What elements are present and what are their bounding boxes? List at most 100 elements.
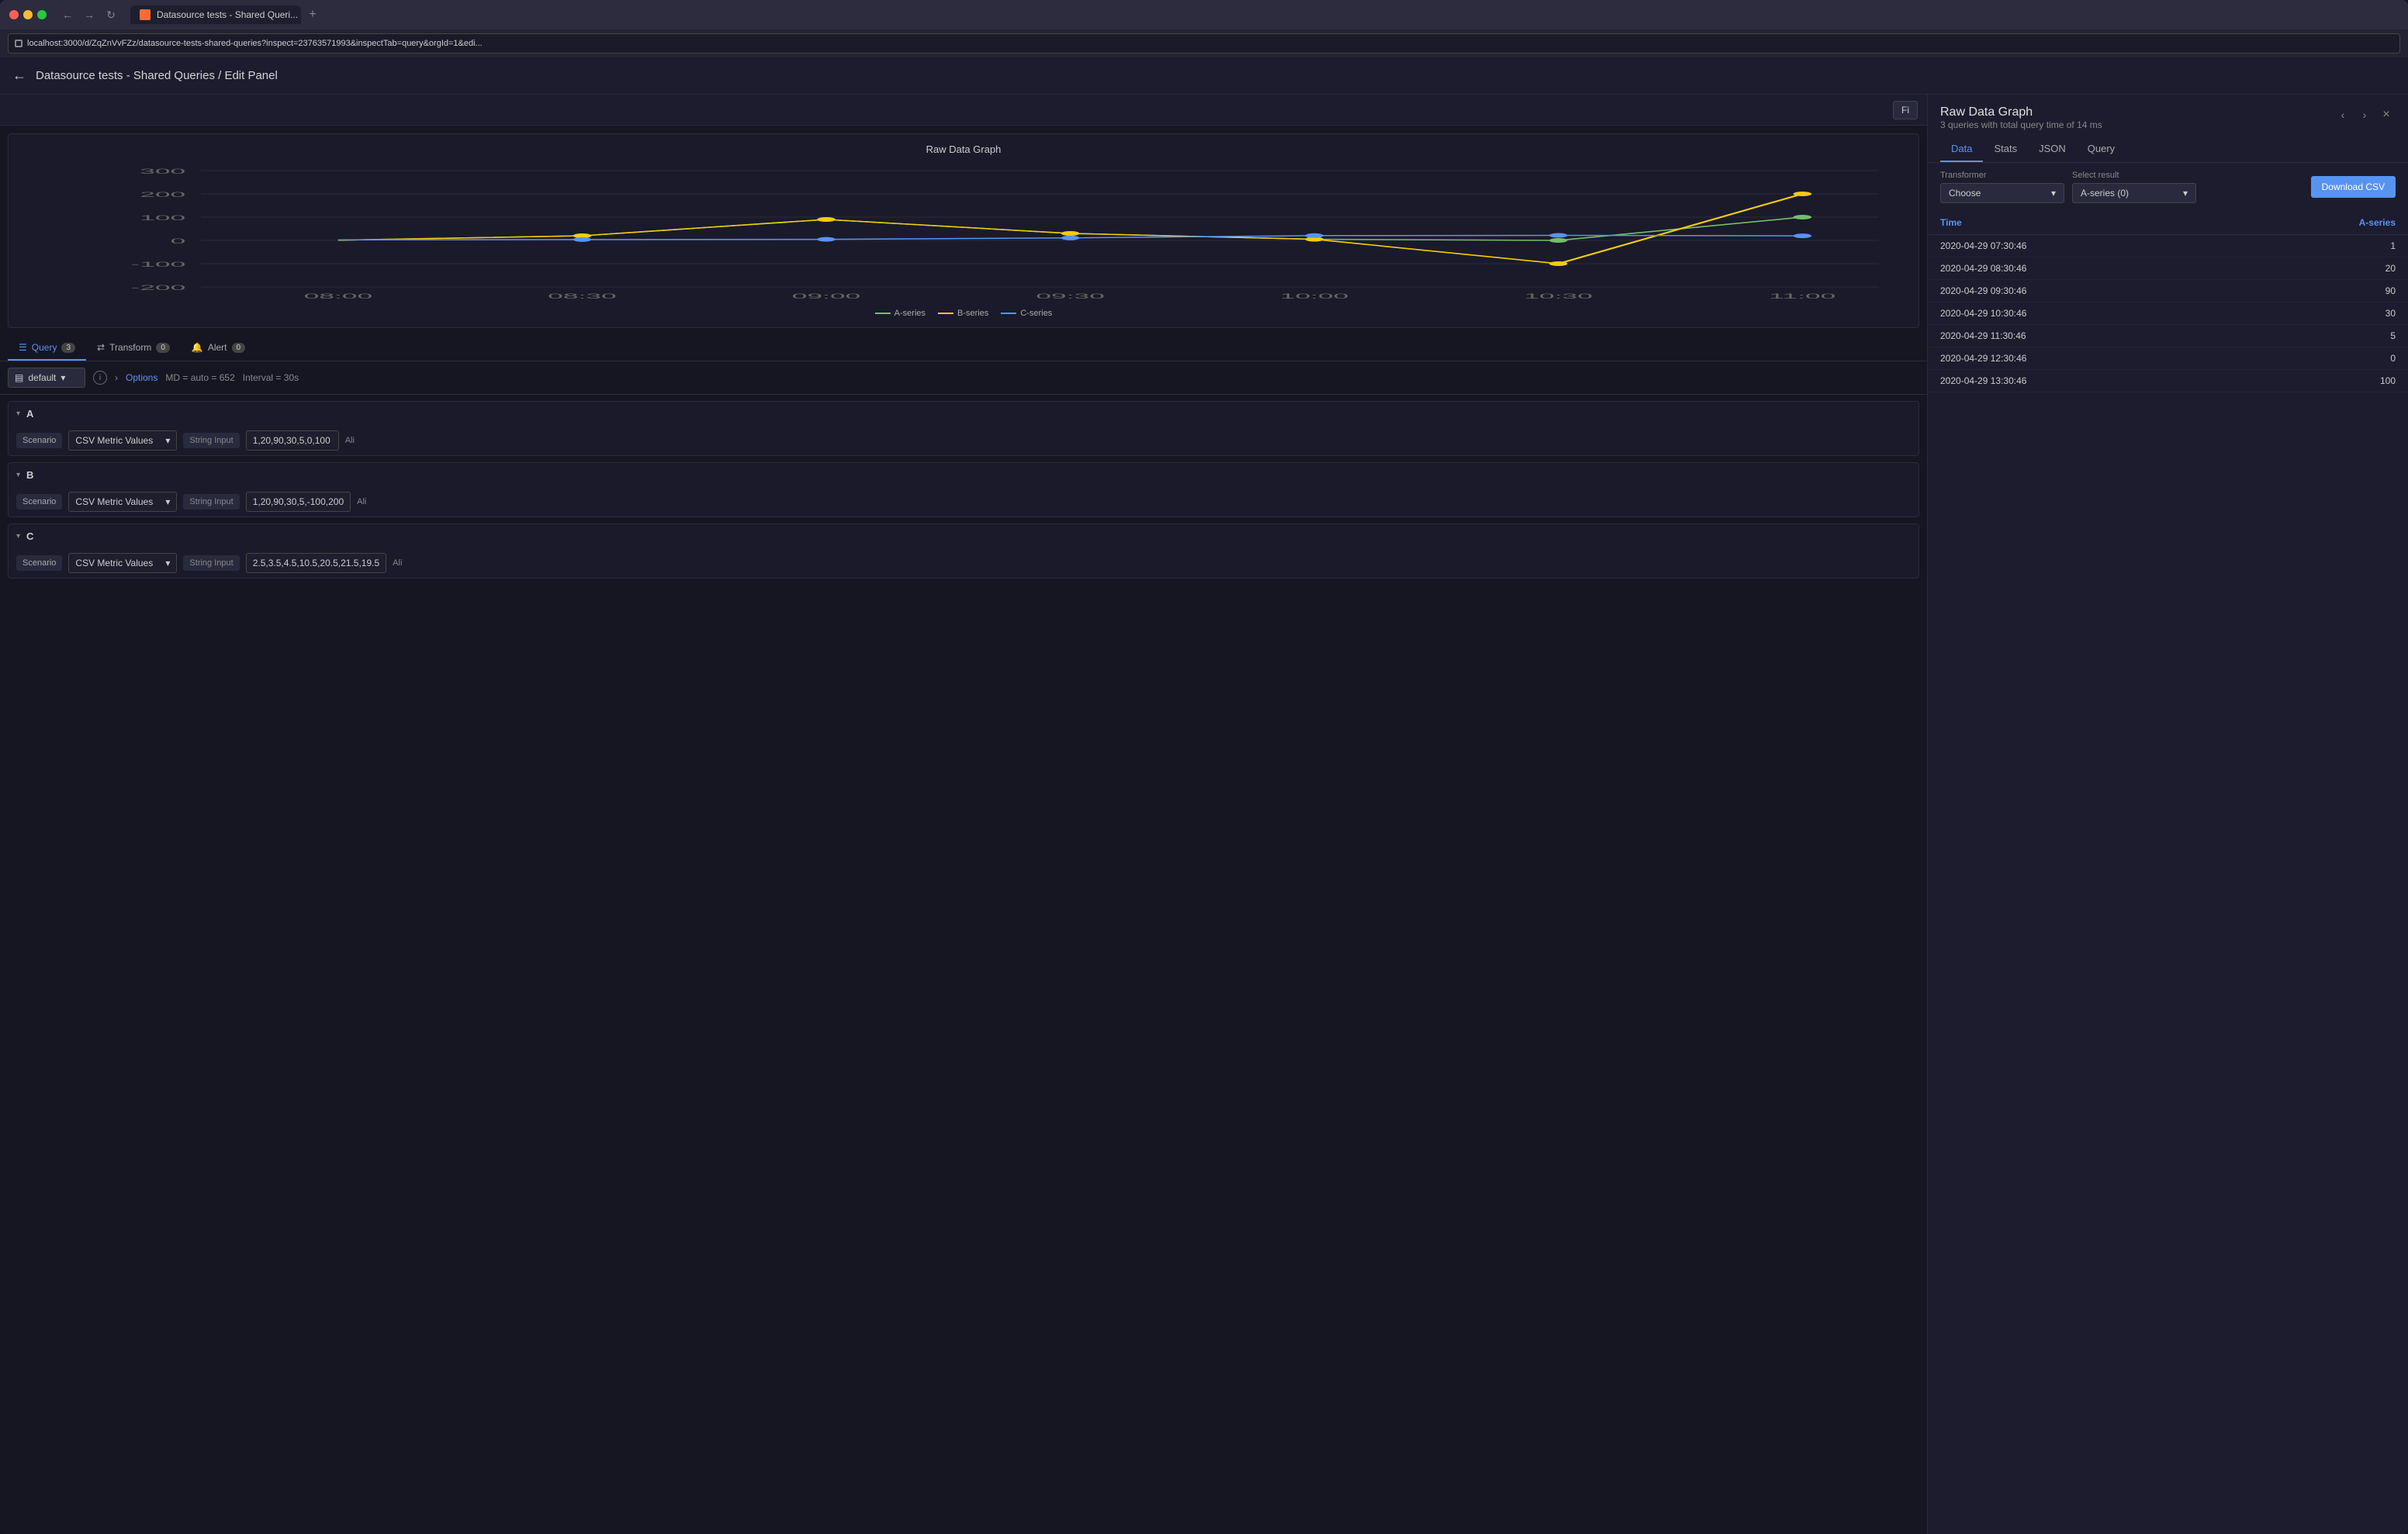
tab-query[interactable]: ☰ Query 3 bbox=[8, 336, 86, 361]
transformer-label: Transformer bbox=[1940, 171, 2064, 180]
query-b-value-input[interactable]: 1,20,90,30,5,-100,200 bbox=[246, 492, 351, 512]
next-panel-button[interactable]: › bbox=[2355, 105, 2374, 124]
rp-tab-data[interactable]: Data bbox=[1940, 136, 1983, 162]
query-c-string-label: String Input bbox=[183, 555, 239, 571]
select-result-value: A-series (0) bbox=[2081, 188, 2129, 199]
app-header: ← Datasource tests - Shared Queries / Ed… bbox=[0, 57, 2408, 95]
collapse-c-button[interactable]: ▾ bbox=[16, 532, 20, 541]
legend-c-line bbox=[1001, 313, 1016, 314]
browser-nav: ← → ↻ bbox=[59, 6, 119, 23]
query-a-metric-select[interactable]: CSV Metric Values ▾ bbox=[68, 430, 177, 451]
reload-button[interactable]: ↻ bbox=[102, 6, 119, 23]
rp-controls: Transformer Choose ▾ Select result A-ser… bbox=[1928, 163, 2408, 211]
tab-transform[interactable]: ⇄ Transform 0 bbox=[86, 336, 181, 361]
traffic-lights bbox=[9, 10, 47, 19]
datasource-select[interactable]: ▤ default ▾ bbox=[8, 368, 85, 388]
time-cell: 2020-04-29 08:30:46 bbox=[1928, 257, 2237, 280]
value-cell: 90 bbox=[2237, 280, 2408, 302]
query-a-alias: Ali bbox=[345, 436, 355, 445]
minimize-traffic-light[interactable] bbox=[23, 10, 33, 19]
query-c-value-input[interactable]: 2.5,3.5,4.5,10.5,20.5,21.5,19.5 bbox=[246, 553, 386, 573]
panel-toolbar: Fi bbox=[0, 95, 1927, 126]
query-b-label: B bbox=[26, 469, 33, 481]
svg-text:200: 200 bbox=[140, 191, 185, 199]
toolbar-button[interactable]: Fi bbox=[1893, 101, 1918, 119]
query-row-c: ▾ C Scenario CSV Metric Values ▾ String … bbox=[8, 523, 1919, 579]
legend-c-series: C-series bbox=[1001, 309, 1052, 318]
maximize-traffic-light[interactable] bbox=[37, 10, 47, 19]
page-title: Datasource tests - Shared Queries / Edit… bbox=[36, 69, 278, 82]
legend-c-label: C-series bbox=[1020, 309, 1052, 318]
query-row-b: ▾ B Scenario CSV Metric Values ▾ String … bbox=[8, 462, 1919, 517]
tab-favicon bbox=[140, 9, 150, 20]
query-a-scenario: Scenario bbox=[16, 433, 62, 448]
svg-text:0: 0 bbox=[171, 237, 186, 245]
legend-b-series: B-series bbox=[938, 309, 988, 318]
app-body: Fi Raw Data Graph bbox=[0, 95, 2408, 1534]
svg-text:300: 300 bbox=[140, 168, 185, 175]
url-text: localhost:3000/d/ZqZnVvFZz/datasource-te… bbox=[27, 39, 483, 48]
transform-tab-label: Transform bbox=[109, 342, 151, 353]
query-b-scenario: Scenario bbox=[16, 494, 62, 510]
transformer-chevron-icon: ▾ bbox=[2051, 188, 2056, 199]
select-result-label: Select result bbox=[2072, 171, 2196, 180]
rp-tab-json[interactable]: JSON bbox=[2028, 136, 2077, 162]
datasource-value: default bbox=[28, 372, 56, 383]
collapse-b-button[interactable]: ▾ bbox=[16, 471, 20, 479]
query-c-label: C bbox=[26, 530, 33, 542]
close-panel-button[interactable]: × bbox=[2377, 105, 2396, 124]
rp-tab-query[interactable]: Query bbox=[2077, 136, 2126, 162]
browser-titlebar: ← → ↻ Datasource tests - Shared Queri...… bbox=[0, 0, 2408, 29]
tab-alert[interactable]: 🔔 Alert 0 bbox=[181, 336, 256, 361]
prev-panel-button[interactable]: ‹ bbox=[2334, 105, 2352, 124]
time-cell: 2020-04-29 07:30:46 bbox=[1928, 235, 2237, 257]
query-a-metric-value: CSV Metric Values bbox=[75, 435, 153, 446]
md-label: MD = auto = 652 bbox=[165, 372, 234, 383]
chart-container: Raw Data Graph 300 bbox=[8, 133, 1919, 328]
transformer-select[interactable]: Choose ▾ bbox=[1940, 183, 2064, 203]
query-row-a: ▾ A Scenario CSV Metric Values ▾ String … bbox=[8, 401, 1919, 456]
info-icon[interactable]: i bbox=[93, 371, 107, 385]
browser-tab[interactable]: Datasource tests - Shared Queri... × bbox=[130, 5, 301, 24]
app-back-button[interactable]: ← bbox=[12, 67, 26, 84]
table-row: 2020-04-29 07:30:46 1 bbox=[1928, 235, 2408, 257]
collapse-a-button[interactable]: ▾ bbox=[16, 409, 20, 418]
new-tab-button[interactable]: + bbox=[304, 6, 321, 23]
address-bar[interactable]: localhost:3000/d/ZqZnVvFZz/datasource-te… bbox=[8, 33, 2400, 54]
forward-nav-button[interactable]: → bbox=[81, 6, 98, 23]
query-a-label: A bbox=[26, 408, 33, 420]
select-result-group: Select result A-series (0) ▾ bbox=[2072, 171, 2196, 203]
table-row: 2020-04-29 10:30:46 30 bbox=[1928, 302, 2408, 325]
query-c-metric-select[interactable]: CSV Metric Values ▾ bbox=[68, 553, 177, 573]
rp-tab-stats[interactable]: Stats bbox=[1983, 136, 2028, 162]
query-c-metric-chevron: ▾ bbox=[165, 558, 170, 568]
svg-text:100: 100 bbox=[140, 214, 185, 222]
query-row-c-header: ▾ C bbox=[9, 524, 1918, 548]
transform-tab-badge: 0 bbox=[156, 343, 170, 353]
query-row-b-header: ▾ B bbox=[9, 463, 1918, 487]
back-nav-button[interactable]: ← bbox=[59, 6, 76, 23]
value-cell: 100 bbox=[2237, 370, 2408, 392]
query-tab-icon: ☰ bbox=[19, 342, 27, 353]
select-result-select[interactable]: A-series (0) ▾ bbox=[2072, 183, 2196, 203]
close-traffic-light[interactable] bbox=[9, 10, 19, 19]
time-cell: 2020-04-29 13:30:46 bbox=[1928, 370, 2237, 392]
browser-content: ← Datasource tests - Shared Queries / Ed… bbox=[0, 57, 2408, 1534]
svg-text:-100: -100 bbox=[130, 261, 185, 268]
legend-a-series: A-series bbox=[875, 309, 925, 318]
queries-area: ▾ A Scenario CSV Metric Values ▾ String … bbox=[0, 395, 1927, 1534]
options-link[interactable]: Options bbox=[126, 372, 157, 383]
value-cell: 1 bbox=[2237, 235, 2408, 257]
legend-a-line bbox=[875, 313, 891, 314]
query-b-metric-select[interactable]: CSV Metric Values ▾ bbox=[68, 492, 177, 512]
right-panel-header: Raw Data Graph 3 queries with total quer… bbox=[1928, 95, 2408, 136]
svg-text:09:00: 09:00 bbox=[792, 292, 861, 300]
time-cell: 2020-04-29 10:30:46 bbox=[1928, 302, 2237, 325]
download-csv-button[interactable]: Download CSV bbox=[2311, 176, 2396, 198]
query-a-value-input[interactable]: 1,20,90,30,5,0,100 bbox=[246, 430, 339, 451]
time-cell: 2020-04-29 09:30:46 bbox=[1928, 280, 2237, 302]
query-b-metric-chevron: ▾ bbox=[165, 496, 170, 507]
query-a-string-label: String Input bbox=[183, 433, 239, 448]
query-tab-label: Query bbox=[32, 342, 57, 353]
lock-icon bbox=[15, 40, 22, 47]
